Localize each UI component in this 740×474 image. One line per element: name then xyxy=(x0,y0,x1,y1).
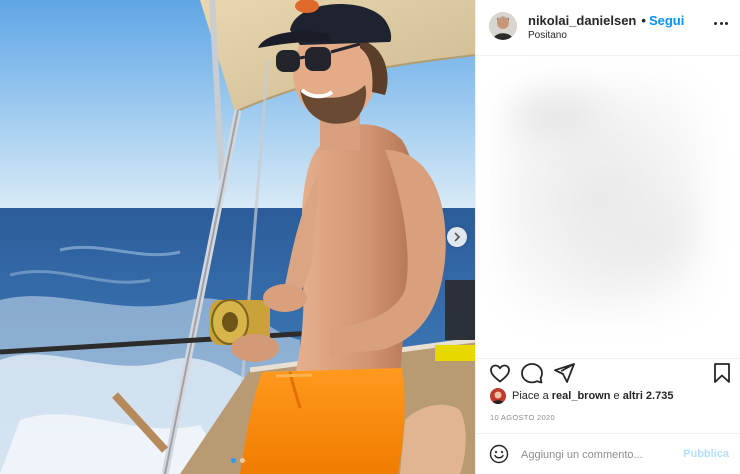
post-side-panel: nikolai_danielsen • Segui Positano Piace… xyxy=(475,0,740,474)
action-bar xyxy=(476,358,740,386)
liker-avatar[interactable] xyxy=(490,388,506,404)
bookmark-icon[interactable] xyxy=(710,361,734,385)
comment-input[interactable] xyxy=(521,446,671,464)
separator-dot: • xyxy=(641,13,646,28)
carousel-dot xyxy=(239,458,245,463)
emoji-icon[interactable] xyxy=(489,444,509,464)
carousel-dot-active xyxy=(230,458,236,463)
avatar[interactable] xyxy=(489,12,517,40)
post-header: nikolai_danielsen • Segui Positano xyxy=(476,0,740,56)
post-date[interactable]: 10 AGOSTO 2020 xyxy=(490,413,555,422)
user-avatar-image xyxy=(489,12,517,40)
username-link[interactable]: nikolai_danielsen xyxy=(528,13,636,28)
share-icon[interactable] xyxy=(552,361,576,385)
likes-conjunction: e xyxy=(613,390,620,402)
follow-button[interactable]: Segui xyxy=(649,13,684,28)
liker-username-link[interactable]: real_brown xyxy=(552,390,611,402)
location-link[interactable]: Positano xyxy=(528,30,567,41)
comment-form: Pubblica xyxy=(476,433,740,474)
comment-icon[interactable] xyxy=(520,361,544,385)
likes-prefix: Piace a xyxy=(512,390,549,402)
publish-button[interactable]: Pubblica xyxy=(683,448,729,460)
likes-count-link[interactable]: altri 2.735 xyxy=(623,390,674,402)
post-photo[interactable] xyxy=(0,0,475,474)
carousel-next-button[interactable] xyxy=(447,227,467,247)
fishing-boat-photo xyxy=(0,0,475,474)
heart-icon[interactable] xyxy=(488,361,512,385)
carousel-indicator xyxy=(0,458,475,463)
chevron-right-icon xyxy=(454,232,461,242)
more-options-icon[interactable] xyxy=(714,22,728,26)
comments-area-blurred xyxy=(476,57,740,357)
likes-summary: Piace a real_brown e altri 2.735 xyxy=(490,388,673,404)
